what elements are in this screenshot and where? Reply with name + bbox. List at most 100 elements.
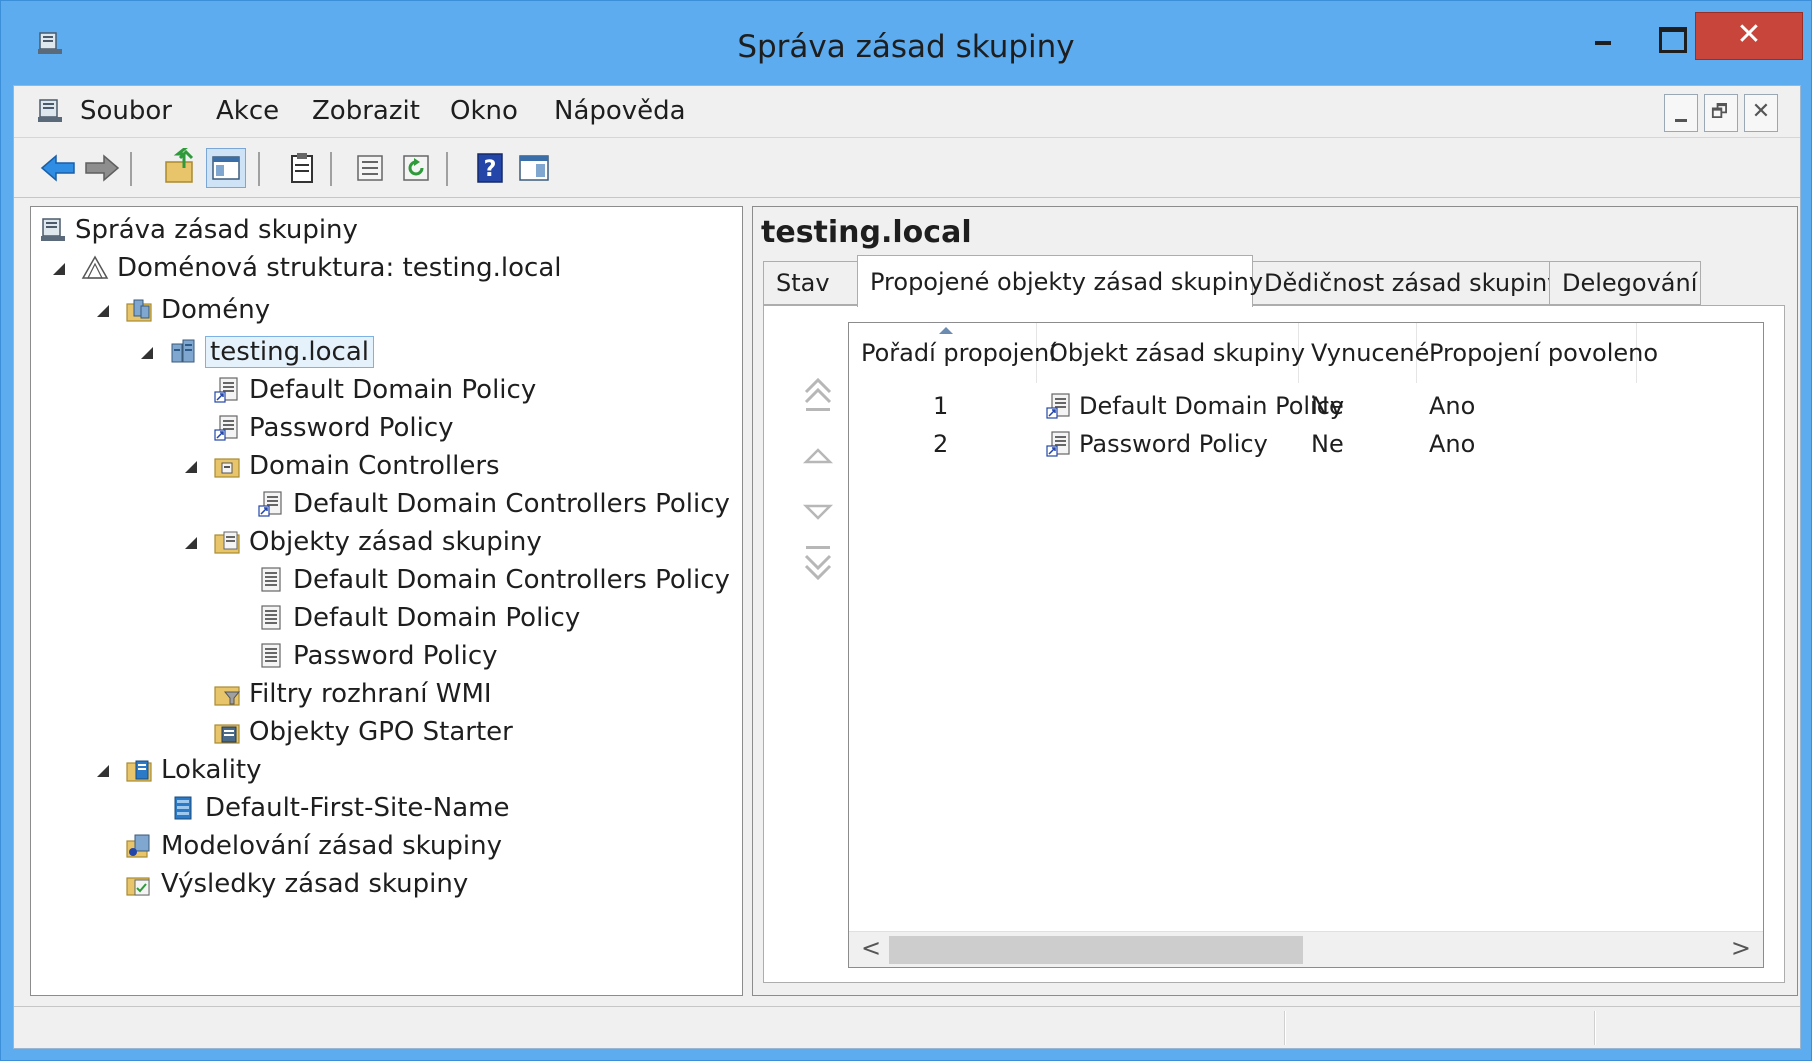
clipboard-icon[interactable] [282, 148, 322, 188]
mdi-close-icon: ✕ [1751, 99, 1771, 124]
move-up-icon[interactable] [798, 436, 838, 476]
table-cell-gpo: Default Domain Policy [1079, 392, 1345, 420]
status-separator [1284, 1011, 1286, 1045]
menu-zobrazit[interactable]: Zobrazit [306, 94, 426, 128]
gpo-link-icon [258, 491, 282, 517]
tree-item-sites[interactable]: Lokality [125, 751, 262, 789]
forward-arrow-icon[interactable] [82, 148, 122, 188]
back-arrow-icon[interactable] [38, 148, 78, 188]
maximize-button[interactable] [1639, 13, 1703, 57]
properties-icon[interactable] [350, 148, 390, 188]
tree-label: Domény [161, 295, 271, 325]
title-bar[interactable]: Správa zásad skupiny ✕ [1, 1, 1811, 85]
tree-item-forest[interactable]: Doménová struktura: testing.local [81, 249, 562, 287]
tree-item-site-default-first-site-name[interactable]: Default-First-Site-Name [169, 789, 509, 827]
table-cell-enforced[interactable]: Ne [1311, 425, 1344, 463]
sites-folder-icon [126, 760, 152, 782]
column-header-label: Propojení povoleno [1429, 339, 1659, 367]
tree-item-gp-modeling[interactable]: Modelování zásad skupiny [125, 827, 502, 865]
column-header-gpo[interactable]: Objekt zásad skupiny [1037, 323, 1305, 383]
column-header-enforced[interactable]: Vynucené [1299, 323, 1429, 383]
collapse-arrow-icon[interactable] [97, 305, 111, 319]
tree-item-gpo-password-policy[interactable]: Password Policy [257, 637, 498, 675]
tab-delegation[interactable]: Delegování [1549, 261, 1701, 305]
system-menu-icon[interactable] [36, 98, 64, 124]
tab-stav[interactable]: Stav [763, 261, 859, 305]
help-icon[interactable]: ? [470, 148, 510, 188]
tab-inheritance[interactable]: Dědičnost zásad skupiny [1251, 261, 1561, 305]
show-hide-console-tree-button[interactable] [206, 148, 246, 188]
site-icon [174, 796, 192, 820]
collapse-arrow-icon[interactable] [53, 263, 67, 277]
tree-label: Password Policy [293, 641, 498, 671]
collapse-arrow-icon[interactable] [97, 765, 111, 779]
table-cell-enabled[interactable]: Ano [1429, 425, 1475, 463]
tree-item-gpo-link-default-domain-controllers-policy[interactable]: Default Domain Controllers Policy [257, 485, 730, 523]
minimize-button[interactable] [1571, 13, 1635, 57]
close-icon: ✕ [1736, 17, 1762, 52]
tree-label: Default Domain Policy [249, 375, 537, 405]
linked-gpo-list: Pořadí propojení Objekt zásad skupiny Vy… [848, 322, 1764, 968]
menu-napoveda[interactable]: Nápověda [548, 94, 692, 128]
column-header-link-enabled[interactable]: Propojení povoleno [1417, 323, 1658, 383]
table-cell-order[interactable]: 1 [933, 387, 948, 425]
collapse-arrow-icon[interactable] [185, 537, 199, 551]
collapse-arrow-icon[interactable] [141, 347, 155, 361]
mdi-restore-button[interactable] [1704, 94, 1738, 132]
tree-item-wmi-filters[interactable]: Filtry rozhraní WMI [213, 675, 492, 713]
tree-label: Default-First-Site-Name [205, 793, 510, 823]
menu-okno[interactable]: Okno [444, 94, 524, 128]
starter-gpo-folder-icon [214, 724, 240, 744]
status-bar [14, 1006, 1800, 1048]
tree-item-root[interactable]: Správa zásad skupiny [39, 211, 358, 249]
column-header-link-order[interactable]: Pořadí propojení [849, 323, 1056, 383]
tree-item-gpo-link-default-domain-policy[interactable]: Default Domain Policy [213, 371, 536, 409]
scrollbar-thumb[interactable] [889, 936, 1303, 964]
tree-label: Výsledky zásad skupiny [161, 869, 469, 899]
forest-icon [81, 255, 109, 279]
table-row[interactable]: Default Domain Policy [1045, 387, 1344, 425]
tree-label: Default Domain Policy [293, 603, 581, 633]
refresh-icon[interactable] [396, 148, 436, 188]
tree-item-domains[interactable]: Domény [125, 291, 270, 329]
tab-linked-gpos[interactable]: Propojené objekty zásad skupiny [857, 255, 1263, 307]
tree-item-gpo-default-domain-controllers-policy[interactable]: Default Domain Controllers Policy [257, 561, 730, 599]
tree-item-ou-domain-controllers[interactable]: Domain Controllers [213, 447, 500, 485]
toolbar-separator [130, 152, 132, 186]
tree-label: Modelování zásad skupiny [161, 831, 502, 861]
tree-item-domain-testing-local[interactable]: testing.local [169, 333, 374, 371]
tree-item-gp-results[interactable]: Výsledky zásad skupiny [125, 865, 468, 903]
horizontal-scrollbar[interactable]: < > [849, 931, 1763, 967]
tree-label: testing.local [205, 336, 374, 368]
tree-item-starter-gpos[interactable]: Objekty GPO Starter [213, 713, 513, 751]
move-down-icon[interactable] [798, 492, 838, 532]
console-tree: Správa zásad skupiny Doménová struktura:… [30, 206, 743, 996]
toolbar-separator [258, 152, 260, 186]
tree-item-gpo-default-domain-policy[interactable]: Default Domain Policy [257, 599, 580, 637]
mdi-minimize-button[interactable] [1664, 94, 1698, 132]
scroll-right-icon[interactable]: > [1731, 934, 1751, 962]
tree-item-gpo-link-password-policy[interactable]: Password Policy [213, 409, 454, 447]
table-cell-enabled[interactable]: Ano [1429, 387, 1475, 425]
menu-akce[interactable]: Akce [210, 94, 285, 128]
menu-soubor[interactable]: Soubor [74, 94, 178, 128]
scroll-left-icon[interactable]: < [861, 934, 881, 962]
tree-item-gpo-container[interactable]: Objekty zásad skupiny [213, 523, 542, 561]
move-to-bottom-icon[interactable] [798, 542, 838, 582]
table-row[interactable]: Password Policy [1045, 425, 1268, 463]
close-button[interactable]: ✕ [1695, 12, 1803, 60]
console-tree-icon [212, 156, 240, 180]
column-header-label: Objekt zásad skupiny [1049, 339, 1306, 367]
up-folder-icon[interactable] [162, 148, 202, 188]
table-cell-order[interactable]: 2 [933, 425, 948, 463]
table-cell-enforced[interactable]: Ne [1311, 387, 1344, 425]
gp-results-icon [126, 877, 150, 896]
show-action-pane-icon[interactable] [514, 148, 554, 188]
collapse-arrow-icon[interactable] [185, 461, 199, 475]
gpmc-icon [41, 218, 65, 241]
gpo-link-icon [214, 377, 238, 403]
gpo-link-icon [214, 415, 238, 441]
gp-modeling-icon [126, 834, 150, 858]
mdi-close-button[interactable]: ✕ [1744, 94, 1778, 132]
move-to-top-icon[interactable] [798, 376, 838, 416]
